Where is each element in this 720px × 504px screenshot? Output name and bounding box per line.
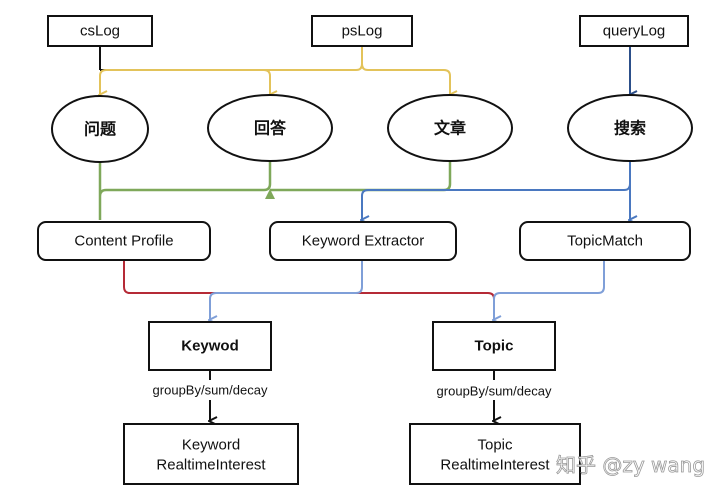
edge-search-keyword-extractor <box>362 162 631 220</box>
keyword-interest-node <box>123 423 299 485</box>
answer-label: 回答 <box>254 119 287 138</box>
watermark: 知乎 @zy wang <box>556 453 705 477</box>
search-label: 搜索 <box>614 119 646 138</box>
topic-interest-node <box>409 423 581 485</box>
topic-agg-label: groupBy/sum/decay <box>437 384 552 399</box>
edge-keyword-extractor-keyword <box>210 260 363 320</box>
content-profile-label: Content Profile <box>74 233 173 250</box>
topic-label: Topic <box>475 338 514 355</box>
topic-interest-line1: Topic <box>477 437 513 454</box>
keyword-interest-line1: Keyword <box>182 437 240 454</box>
pslog-label: psLog <box>342 23 383 40</box>
keyword-interest-line2: RealtimeInterest <box>156 457 266 474</box>
topic-match-label: TopicMatch <box>567 233 643 250</box>
edge-pslog-article <box>361 63 450 95</box>
edge-topic-match-topic <box>494 260 605 320</box>
keyword-extractor-label: Keyword Extractor <box>302 233 425 250</box>
keyword-agg-label: groupBy/sum/decay <box>153 383 268 398</box>
diagram: csLog psLog queryLog 问题 回答 文章 搜索 Content… <box>37 15 705 485</box>
cslog-label: csLog <box>80 23 120 40</box>
edge-pslog-question <box>100 46 363 95</box>
article-label: 文章 <box>434 119 466 138</box>
edge-pslog-answer <box>263 69 270 95</box>
topic-interest-line2: RealtimeInterest <box>440 457 550 474</box>
querylog-label: queryLog <box>603 23 666 40</box>
edge-cslog <box>99 46 266 71</box>
keyword-label: Keywod <box>181 338 239 355</box>
question-label: 问题 <box>84 120 117 139</box>
